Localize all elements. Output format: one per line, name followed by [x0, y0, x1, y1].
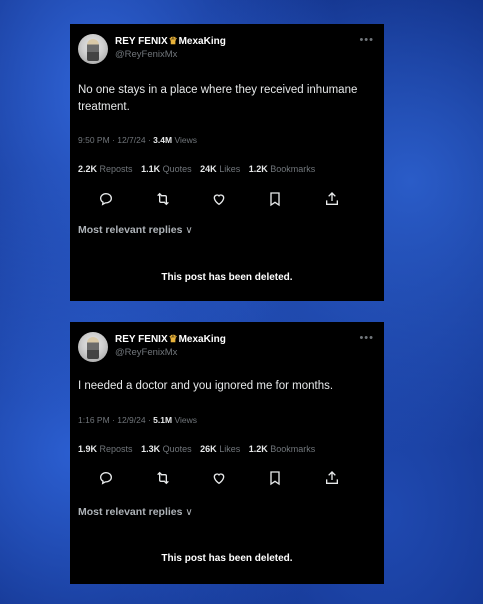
reposts-label: Reposts — [99, 444, 133, 454]
share-button[interactable] — [324, 191, 380, 211]
action-bar — [98, 470, 380, 490]
bookmarks-stat[interactable]: 1.2K Bookmarks — [249, 444, 316, 454]
bookmark-button[interactable] — [267, 191, 323, 211]
bookmarks-label: Bookmarks — [270, 164, 316, 174]
avatar[interactable] — [78, 34, 108, 64]
repost-icon — [157, 192, 170, 206]
bookmarks-count: 1.2K — [248, 164, 268, 174]
chevron-down-icon: ∨ — [185, 507, 193, 518]
like-button[interactable] — [211, 191, 267, 211]
like-icon — [213, 473, 225, 485]
share-icon — [325, 471, 338, 484]
crown-icon: ♛ — [168, 36, 178, 47]
more-icon[interactable]: ••• — [359, 34, 374, 46]
action-bar — [98, 191, 380, 211]
display-name-text: REY FENIX — [115, 36, 168, 47]
quotes-stat[interactable]: 1.1K Quotes — [141, 164, 192, 174]
most-relevant-replies-button[interactable]: Most relevant replies ∨ — [78, 224, 193, 236]
likes-label: Likes — [219, 444, 241, 454]
share-icon — [325, 192, 338, 205]
post-stats: 1.9K Reposts 1.3K Quotes 26K Likes 1.2K … — [78, 444, 376, 454]
repost-button[interactable] — [154, 191, 210, 211]
post-meta: 1:16 PM · 12/9/24 · 5.1M Views — [78, 415, 197, 425]
reposts-label: Reposts — [99, 164, 133, 174]
reposts-count: 1.9K — [78, 444, 98, 454]
avatar[interactable] — [78, 332, 108, 362]
bookmark-icon — [270, 192, 280, 207]
deleted-notice: This post has been deleted. — [161, 553, 293, 564]
post-header: REY FENIX♛MexaKing @ReyFenixMx ••• — [78, 34, 376, 70]
handle[interactable]: @ReyFenixMx — [115, 49, 177, 60]
replies-label: Most relevant replies — [78, 224, 183, 236]
post-meta: 9:50 PM · 12/7/24 · 3.4M Views — [78, 135, 197, 145]
share-button[interactable] — [324, 470, 380, 490]
reply-icon — [99, 192, 113, 206]
most-relevant-replies-button[interactable]: Most relevant replies ∨ — [78, 506, 193, 518]
post-card: REY FENIX♛MexaKing @ReyFenixMx ••• No on… — [70, 24, 384, 301]
crown-icon: ♛ — [168, 334, 178, 345]
quotes-label: Quotes — [162, 444, 192, 454]
post-stats: 2.2K Reposts 1.1K Quotes 24K Likes 1.2K … — [78, 164, 376, 174]
likes-label: Likes — [219, 164, 241, 174]
post-header: REY FENIX♛MexaKing @ReyFenixMx ••• — [78, 332, 376, 368]
display-name[interactable]: REY FENIX♛MexaKing — [115, 334, 226, 345]
display-name-text: REY FENIX — [115, 334, 168, 345]
display-name[interactable]: REY FENIX♛MexaKing — [115, 36, 226, 47]
badge-text: MexaKing — [178, 36, 226, 47]
bookmark-icon — [270, 471, 280, 486]
post-date[interactable]: 12/7/24 — [117, 135, 145, 145]
quotes-count: 1.1K — [141, 164, 161, 174]
replies-label: Most relevant replies — [78, 506, 183, 518]
post-time[interactable]: 1:16 PM — [78, 415, 110, 425]
reply-button[interactable] — [98, 470, 154, 490]
quotes-stat[interactable]: 1.3K Quotes — [141, 444, 192, 454]
bookmark-button[interactable] — [267, 470, 323, 490]
post-date[interactable]: 12/9/24 — [117, 415, 145, 425]
handle[interactable]: @ReyFenixMx — [115, 347, 177, 358]
more-icon[interactable]: ••• — [359, 332, 374, 344]
reply-button[interactable] — [98, 191, 154, 211]
post-text: I needed a doctor and you ignored me for… — [78, 380, 334, 392]
likes-count: 24K — [200, 164, 217, 174]
views-count: 5.1M — [153, 415, 173, 425]
post-card: REY FENIX♛MexaKing @ReyFenixMx ••• I nee… — [70, 322, 384, 584]
reposts-stat[interactable]: 2.2K Reposts — [78, 164, 133, 174]
likes-count: 26K — [200, 444, 217, 454]
quotes-label: Quotes — [162, 164, 192, 174]
deleted-notice: This post has been deleted. — [161, 272, 293, 283]
reposts-stat[interactable]: 1.9K Reposts — [78, 444, 133, 454]
chevron-down-icon: ∨ — [185, 225, 193, 236]
views-label: Views — [174, 415, 197, 425]
views-count: 3.4M — [153, 135, 173, 145]
likes-stat[interactable]: 24K Likes — [200, 164, 240, 174]
like-icon — [213, 194, 225, 206]
badge-text: MexaKing — [178, 334, 226, 345]
repost-icon — [157, 471, 170, 485]
likes-stat[interactable]: 26K Likes — [200, 444, 240, 454]
quotes-count: 1.3K — [141, 444, 161, 454]
post-time[interactable]: 9:50 PM — [78, 135, 110, 145]
post-text: No one stays in a place where they recei… — [78, 84, 358, 113]
repost-button[interactable] — [154, 470, 210, 490]
like-button[interactable] — [211, 470, 267, 490]
views-label: Views — [174, 135, 197, 145]
bookmarks-label: Bookmarks — [270, 444, 316, 454]
bookmarks-count: 1.2K — [248, 444, 268, 454]
reply-icon — [99, 471, 113, 485]
reposts-count: 2.2K — [78, 164, 98, 174]
bookmarks-stat[interactable]: 1.2K Bookmarks — [249, 164, 316, 174]
